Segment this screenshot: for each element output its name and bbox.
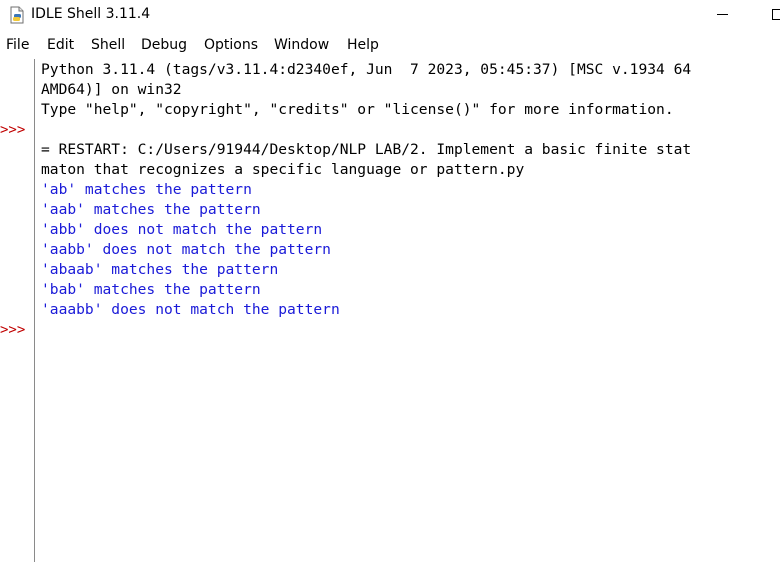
restart-line: maton that recognizes a specific languag… [41, 161, 525, 178]
menu-window[interactable]: Window [274, 37, 329, 53]
maximize-button[interactable] [753, 0, 780, 32]
menu-debug[interactable]: Debug [141, 37, 187, 53]
output-line: 'abb' does not match the pattern [41, 221, 323, 238]
shell-area[interactable]: >>> >>> Python 3.11.4 (tags/v3.11.4:d234… [0, 59, 780, 562]
python-idle-icon [8, 6, 26, 24]
maximize-icon [772, 9, 780, 20]
window-title: IDLE Shell 3.11.4 [31, 6, 151, 22]
output-line: 'aabb' does not match the pattern [41, 241, 331, 258]
minimize-icon [717, 14, 728, 15]
banner-line: Python 3.11.4 (tags/v3.11.4:d2340ef, Jun… [41, 61, 692, 78]
menu-options[interactable]: Options [204, 37, 258, 53]
output-line: 'aab' matches the pattern [41, 201, 261, 218]
shell-text[interactable]: Python 3.11.4 (tags/v3.11.4:d2340ef, Jun… [41, 59, 780, 562]
restart-line: = RESTART: C:/Users/91944/Desktop/NLP LA… [41, 141, 692, 158]
banner-line: Type "help", "copyright", "credits" or "… [41, 101, 674, 118]
menu-bar: File Edit Shell Debug Options Window Hel… [0, 35, 780, 57]
output-line: 'bab' matches the pattern [41, 281, 261, 298]
menu-edit[interactable]: Edit [47, 37, 74, 53]
prompt-marker: >>> [0, 322, 26, 338]
banner-line: AMD64)] on win32 [41, 81, 182, 98]
output-line: 'abaab' matches the pattern [41, 261, 279, 278]
output-line: 'aaabb' does not match the pattern [41, 301, 340, 318]
prompt-marker: >>> [0, 122, 26, 138]
title-bar: IDLE Shell 3.11.4 [0, 0, 780, 32]
output-line: 'ab' matches the pattern [41, 181, 252, 198]
menu-shell[interactable]: Shell [91, 37, 125, 53]
menu-help[interactable]: Help [347, 37, 379, 53]
prompt-gutter: >>> >>> [0, 59, 34, 562]
gutter-divider [34, 59, 35, 562]
menu-file[interactable]: File [6, 37, 29, 53]
minimize-button[interactable] [699, 0, 745, 32]
